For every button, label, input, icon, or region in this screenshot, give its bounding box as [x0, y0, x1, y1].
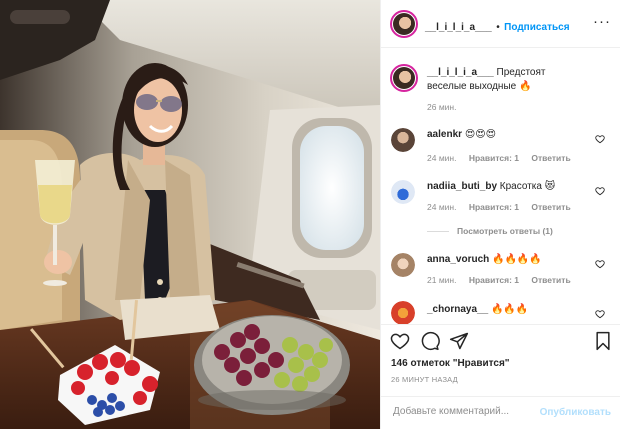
comment-item: anna_voruch 🔥🔥🔥🔥 21 мин. Нравится: 1 Отв…: [381, 251, 620, 291]
reply-button[interactable]: Ответить: [531, 275, 570, 285]
photo-illustration: [0, 0, 380, 429]
commenter-avatar[interactable]: [391, 180, 415, 204]
caption-time[interactable]: 26 мин.: [427, 102, 456, 112]
commenter-avatar[interactable]: [391, 301, 415, 324]
reply-button[interactable]: Ответить: [531, 153, 570, 163]
follow-button[interactable]: Подписаться: [504, 22, 569, 33]
comment-item: aalenkr 😍😍😍 24 мин. Нравится: 1 Ответить: [381, 126, 620, 166]
comment-like-heart-icon[interactable]: [595, 309, 605, 319]
comment-likes[interactable]: Нравится: 1: [469, 153, 519, 163]
comment-bubble-icon[interactable]: [420, 331, 440, 351]
comment-username[interactable]: nadiia_buti_by: [427, 181, 497, 192]
view-replies-label: Посмотреть ответы (1): [457, 226, 553, 236]
post-actions: 146 отметок "Нравится" 26 МИНУТ НАЗАД Оп…: [381, 324, 620, 429]
like-heart-icon[interactable]: [390, 331, 410, 351]
instagram-post: __l_i_l_i_a___ • Подписаться ··· __l_i_l…: [0, 0, 620, 429]
caption-meta: 26 мин.: [427, 102, 466, 112]
post-time-ago[interactable]: 26 МИНУТ НАЗАД: [391, 375, 458, 384]
save-bookmark-icon[interactable]: [593, 331, 613, 351]
comment-time[interactable]: 24 мин.: [427, 202, 456, 212]
author-username[interactable]: __l_i_l_i_a___: [425, 22, 492, 33]
publish-button[interactable]: Опубликовать: [540, 407, 611, 418]
comment-username[interactable]: anna_voruch: [427, 254, 489, 265]
comment-like-heart-icon[interactable]: [595, 134, 605, 144]
likes-count[interactable]: 146 отметок "Нравится": [391, 358, 510, 369]
replies-divider-line: [427, 231, 449, 233]
share-send-icon[interactable]: [449, 331, 469, 351]
comment-text: aalenkr 😍😍😍: [427, 128, 587, 142]
caption-avatar[interactable]: [390, 64, 418, 92]
post-photo[interactable]: [0, 0, 380, 429]
view-replies-button[interactable]: Посмотреть ответы (1): [427, 226, 553, 236]
caption-username[interactable]: __l_i_l_i_a___: [427, 67, 494, 78]
add-comment-bar: Опубликовать: [381, 396, 620, 430]
comment-time[interactable]: 24 мин.: [427, 153, 456, 163]
caption: __l_i_l_i_a___ Предстоят веселые выходны…: [381, 62, 620, 122]
comment-time[interactable]: 21 мин.: [427, 275, 456, 285]
comments-list[interactable]: __l_i_l_i_a___ Предстоят веселые выходны…: [381, 48, 620, 324]
comment-input[interactable]: [391, 405, 545, 418]
reply-button[interactable]: Ответить: [531, 202, 570, 212]
comment-like-heart-icon[interactable]: [595, 186, 605, 196]
caption-text: __l_i_l_i_a___ Предстоят веселые выходны…: [427, 66, 587, 94]
commenter-avatar[interactable]: [391, 253, 415, 277]
comment-meta: 21 мин. Нравится: 1 Ответить: [427, 275, 581, 285]
comment-username[interactable]: _chornaya__: [427, 304, 488, 315]
comment-body: 🔥🔥🔥: [490, 304, 529, 315]
comment-text: anna_voruch 🔥🔥🔥🔥: [427, 253, 587, 267]
comment-item: nadiia_buti_by Красотка 😻 24 мин. Нравит…: [381, 178, 620, 218]
author-avatar[interactable]: [390, 10, 418, 38]
comment-username[interactable]: aalenkr: [427, 129, 462, 140]
comment-meta: 24 мин. Нравится: 1 Ответить: [427, 202, 581, 212]
comment-body: 😍😍😍: [464, 129, 497, 140]
more-options-icon[interactable]: ···: [593, 14, 611, 29]
post-header: __l_i_l_i_a___ • Подписаться ···: [381, 0, 620, 48]
comment-body: 🔥🔥🔥🔥: [492, 254, 542, 265]
separator-dot: •: [496, 22, 500, 33]
commenter-avatar[interactable]: [391, 128, 415, 152]
comment-meta: 24 мин. Нравится: 1 Ответить: [427, 153, 581, 163]
comment-likes[interactable]: Нравится: 1: [469, 202, 519, 212]
post-side-panel: __l_i_l_i_a___ • Подписаться ··· __l_i_l…: [380, 0, 620, 429]
comment-likes[interactable]: Нравится: 1: [469, 275, 519, 285]
header-author-line: __l_i_l_i_a___ • Подписаться: [425, 17, 570, 35]
comment-text: _chornaya__ 🔥🔥🔥: [427, 303, 587, 317]
comment-body: Красотка 😻: [499, 181, 556, 192]
comment-like-heart-icon[interactable]: [595, 259, 605, 269]
comment-text: nadiia_buti_by Красотка 😻: [427, 180, 587, 194]
comment-item: _chornaya__ 🔥🔥🔥: [381, 301, 620, 324]
